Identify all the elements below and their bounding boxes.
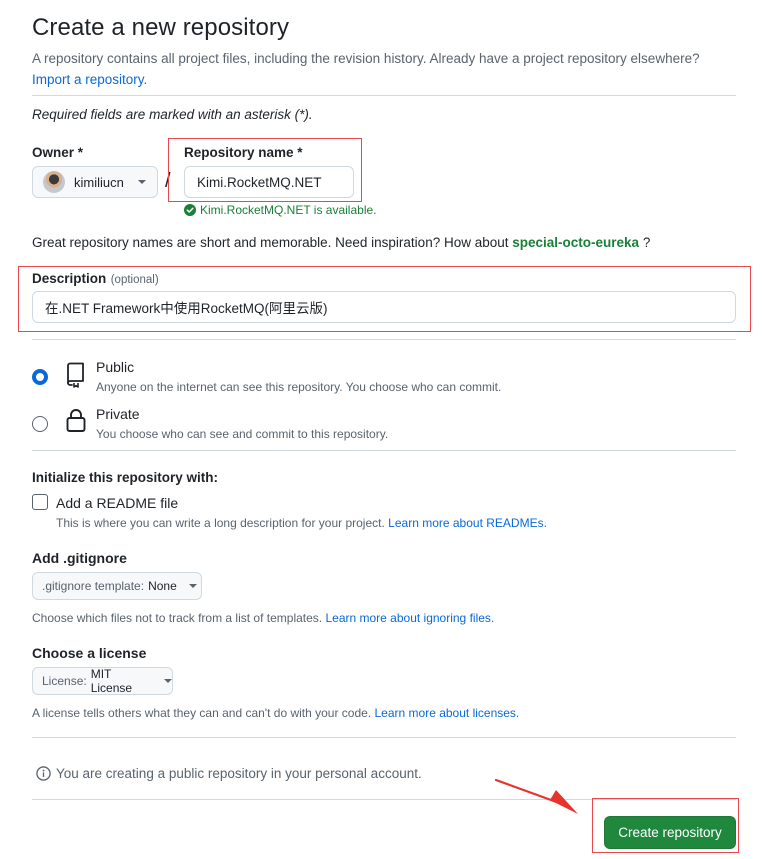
- divider: [32, 737, 736, 738]
- chevron-down-icon: [137, 180, 146, 184]
- check-circle-icon: [184, 204, 196, 216]
- private-radio[interactable]: [32, 416, 48, 432]
- gitignore-select[interactable]: .gitignore template: None: [32, 572, 202, 600]
- suggested-name[interactable]: special-octo-eureka: [512, 235, 639, 250]
- chevron-down-icon: [164, 679, 172, 683]
- required-note: Required fields are marked with an aster…: [32, 107, 313, 122]
- readme-checkbox[interactable]: [32, 494, 48, 510]
- readme-description: This is where you can write a long descr…: [56, 516, 547, 530]
- repo-name-value: Kimi.RocketMQ.NET: [197, 174, 322, 190]
- private-description: You choose who can see and commit to thi…: [96, 427, 389, 441]
- owner-select[interactable]: kimiliucn: [32, 166, 158, 198]
- divider: [32, 450, 736, 451]
- readme-label: Add a README file: [56, 495, 179, 511]
- availability-message: Kimi.RocketMQ.NET is available.: [184, 203, 377, 217]
- repo-icon: [67, 362, 84, 388]
- inspiration-text: Great repository names are short and mem…: [32, 235, 651, 250]
- create-repository-button[interactable]: Create repository: [604, 816, 736, 849]
- description-label: Description (optional): [32, 271, 159, 286]
- description-input[interactable]: 在.NET Framework中使用RocketMQ(阿里云版): [32, 291, 736, 323]
- owner-value: kimiliucn: [74, 174, 124, 190]
- divider: [32, 339, 736, 340]
- description-value: 在.NET Framework中使用RocketMQ(阿里云版): [45, 301, 328, 316]
- private-label: Private: [96, 406, 140, 422]
- public-notice: You are creating a public repository in …: [36, 766, 422, 781]
- lock-icon: [66, 409, 86, 432]
- license-description: A license tells others what they can and…: [32, 706, 520, 720]
- page-subtitle: A repository contains all project files,…: [32, 51, 700, 87]
- gitignore-heading: Add .gitignore: [32, 550, 127, 566]
- public-radio[interactable]: [32, 369, 48, 385]
- public-label: Public: [96, 359, 135, 375]
- owner-label: Owner *: [32, 145, 84, 160]
- gitignore-learn-more-link[interactable]: Learn more about ignoring files.: [325, 611, 494, 625]
- init-heading: Initialize this repository with:: [32, 470, 219, 485]
- annotation-arrow-icon: [494, 778, 578, 814]
- avatar: [43, 171, 65, 193]
- info-icon: [36, 766, 51, 781]
- license-learn-more-link[interactable]: Learn more about licenses.: [375, 706, 520, 720]
- import-repository-link[interactable]: Import a repository.: [32, 72, 147, 87]
- repo-name-label: Repository name *: [184, 145, 303, 160]
- license-select[interactable]: License: MIT License: [32, 667, 173, 695]
- repo-name-input[interactable]: Kimi.RocketMQ.NET: [184, 166, 354, 198]
- gitignore-description: Choose which files not to track from a l…: [32, 611, 495, 625]
- page-title: Create a new repository: [32, 14, 290, 41]
- chevron-down-icon: [188, 584, 197, 588]
- license-heading: Choose a license: [32, 645, 147, 661]
- divider: [32, 95, 736, 96]
- readme-learn-more-link[interactable]: Learn more about READMEs.: [388, 516, 547, 530]
- public-description: Anyone on the internet can see this repo…: [96, 380, 502, 394]
